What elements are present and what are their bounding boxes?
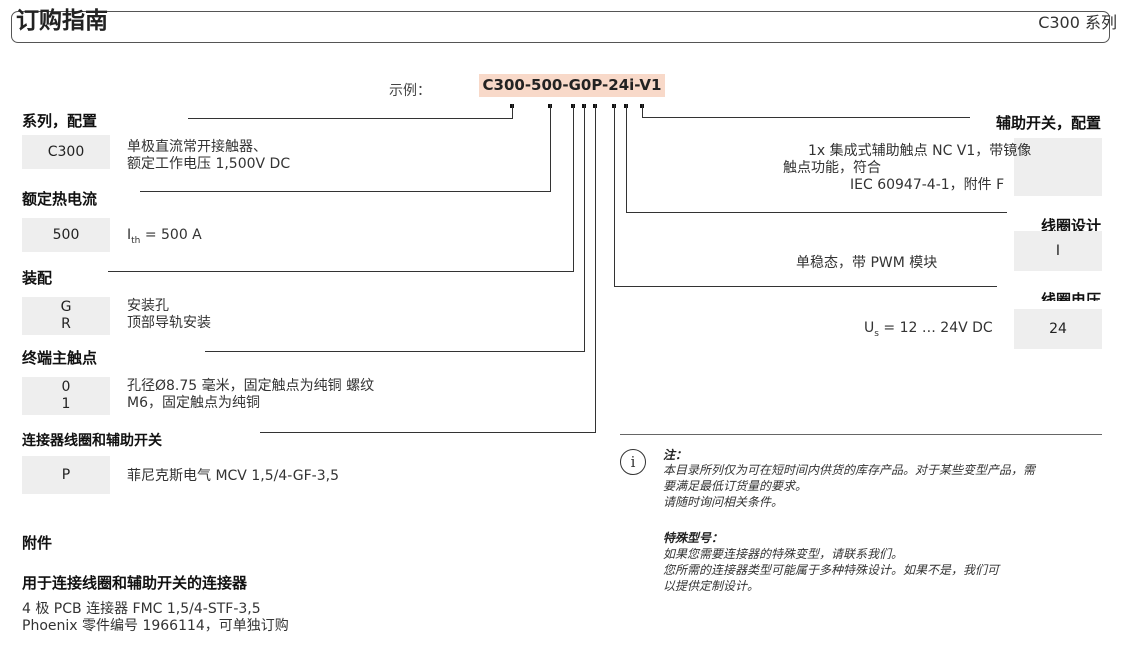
coil-design-code: I xyxy=(1014,231,1102,271)
leader-line xyxy=(584,104,585,352)
accessories-heading: 附件 xyxy=(22,534,53,552)
leader-line xyxy=(614,286,997,287)
special-title: 特殊型号： xyxy=(663,531,724,545)
current-code: 500 xyxy=(22,218,110,252)
leader-line xyxy=(626,104,627,213)
leader-line xyxy=(595,104,596,433)
leader-line xyxy=(188,118,513,119)
terminal-desc: 孔径Ø8.75 毫米，固定触点为纯铜 螺纹 M6，固定触点为纯铜 xyxy=(127,378,375,411)
header-bar xyxy=(11,11,1110,43)
terminal-heading: 终端主触点 xyxy=(22,349,98,367)
leader-line xyxy=(260,432,596,433)
coil-voltage-desc: Us = 12 … 24V DC xyxy=(864,320,993,339)
coil-voltage-code: 24 xyxy=(1014,309,1102,349)
leader-line xyxy=(614,104,615,287)
leader-line xyxy=(642,104,643,118)
page-title: 订购指南 xyxy=(16,8,108,34)
leader-line xyxy=(140,191,551,192)
accessories-desc: 4 极 PCB 连接器 FMC 1,5/4-STF-3,5 Phoenix 零件编… xyxy=(22,601,289,634)
series-desc: 单极直流常开接触器、 额定工作电压 1,500V DC xyxy=(127,139,291,172)
accessories-subheading: 用于连接线圈和辅助开关的连接器 xyxy=(22,574,248,592)
note-text: 本目录所列仅为可在短时间内供货的库存产品。对于某些变型产品，需 要满足最低订货量的… xyxy=(663,463,1036,509)
connector-code: P xyxy=(22,456,110,494)
leader-line xyxy=(205,351,585,352)
mounting-heading: 装配 xyxy=(22,269,53,287)
current-heading: 额定热电流 xyxy=(22,190,98,208)
aux-heading: 辅助开关，配置 xyxy=(995,114,1101,132)
example-code: C300-500-G0P-24i-V1 xyxy=(479,74,665,97)
leader-line xyxy=(573,104,574,272)
series-code: C300 xyxy=(22,135,110,169)
terminal-codes: 01 xyxy=(22,377,110,415)
note-title: 注： xyxy=(663,448,688,462)
coil-voltage-heading: 线圈电压 xyxy=(1040,291,1101,301)
coil-design-desc: 单稳态，带 PWM 模块 xyxy=(796,255,938,271)
note-divider xyxy=(620,434,1102,435)
current-desc: Ith = 500 A xyxy=(127,227,202,246)
example-label: 示例： xyxy=(389,83,431,99)
connector-heading: 连接器线圈和辅助开关 xyxy=(22,433,162,449)
leader-line xyxy=(550,104,551,192)
leader-line xyxy=(626,212,1007,213)
info-icon: i xyxy=(620,449,646,475)
leader-line xyxy=(512,104,513,119)
mounting-desc: 安装孔 顶部导轨安装 xyxy=(127,298,211,331)
leader-line xyxy=(642,117,970,118)
special-text: 如果您需要连接器的特殊变型，请联系我们。 您所需的连接器类型可能属于多种特殊设计。… xyxy=(663,547,1000,593)
leader-line xyxy=(108,271,574,272)
series-label: C300 系列 xyxy=(1038,13,1117,32)
mounting-codes: GR xyxy=(22,297,110,335)
series-heading: 系列，配置 xyxy=(22,112,98,130)
connector-desc: 菲尼克斯电气 MCV 1,5/4-GF-3,5 xyxy=(127,468,340,484)
aux-desc: 1x 集成式辅助触点 NC V1，带镜像 触点功能，符合 IEC 60947-4… xyxy=(783,143,1032,193)
